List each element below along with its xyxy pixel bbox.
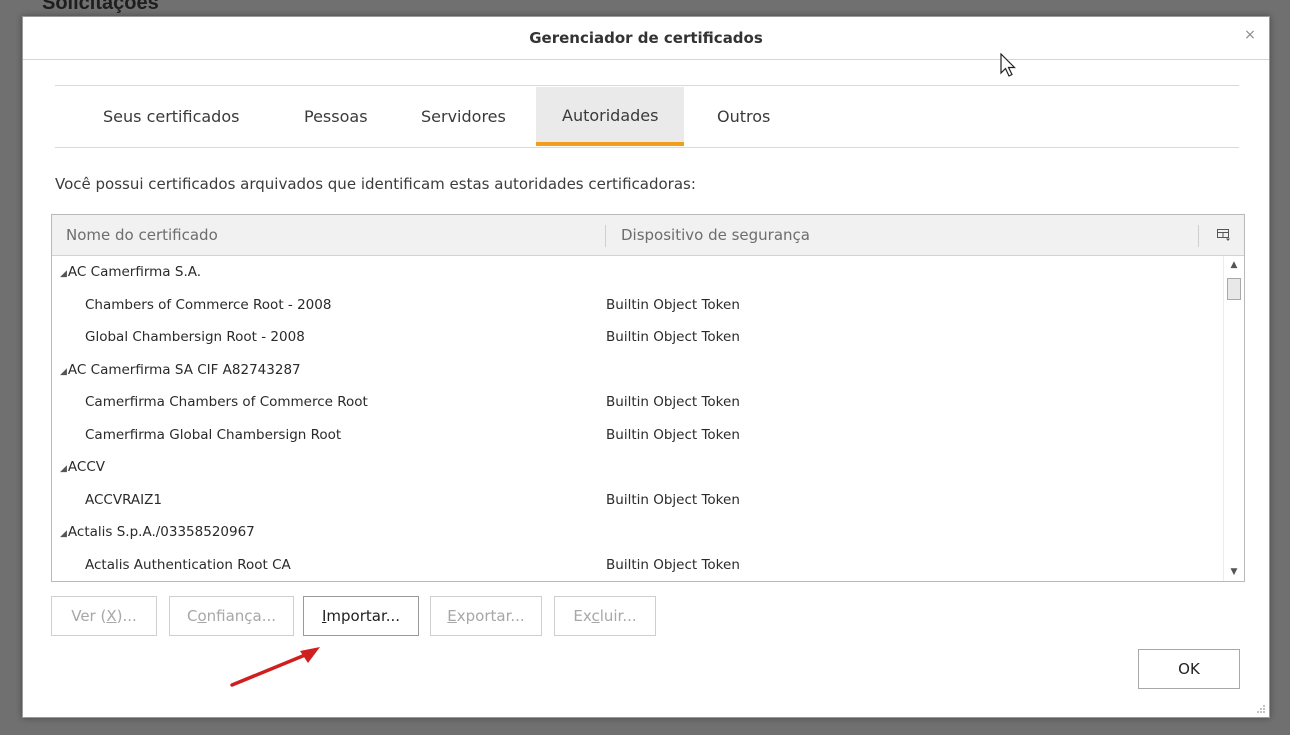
tree-row[interactable]: Actalis Authentication Root CA Builtin O… — [52, 549, 1224, 582]
view-button-accesskey: X — [106, 607, 117, 625]
tree-row[interactable]: ACCVRAIZ1 Builtin Object Token — [52, 484, 1224, 517]
group-name: AC Camerfirma S.A. — [67, 264, 202, 280]
column-picker-icon[interactable] — [1216, 227, 1232, 243]
tree-row[interactable]: Chambers of Commerce Root - 2008 Builtin… — [52, 289, 1224, 322]
column-separator[interactable] — [1198, 225, 1199, 247]
certificate-tree[interactable]: Nome do certificado Dispositivo de segur… — [51, 214, 1245, 582]
close-icon: × — [1244, 27, 1256, 43]
red-annotation-arrow-icon — [230, 647, 320, 687]
dialog-title: Gerenciador de certificados — [529, 29, 763, 47]
certificate-name: ACCVRAIZ1 — [85, 491, 162, 508]
security-device: Builtin Object Token — [606, 394, 740, 410]
group-name: ACCV — [67, 459, 106, 475]
column-separator[interactable] — [605, 225, 606, 247]
view-button-label-end: )... — [116, 607, 137, 625]
resize-grip-icon[interactable] — [1256, 704, 1266, 714]
tree-row[interactable]: Global Chambersign Root - 2008 Builtin O… — [52, 321, 1224, 354]
certificate-name: Chambers of Commerce Root - 2008 — [85, 296, 332, 313]
group-name: AC Camerfirma SA CIF A82743287 — [67, 361, 301, 378]
authorities-description: Você possui certificados arquivados que … — [55, 175, 696, 193]
certificate-manager-dialog: Gerenciador de certificados × Seus certi… — [22, 16, 1270, 718]
delete-button-label-end: luir... — [599, 607, 637, 625]
security-device: Builtin Object Token — [606, 491, 740, 508]
top-separator — [55, 85, 1239, 86]
expanded-twisty-icon[interactable]: ◢ — [60, 269, 67, 279]
tab-bar: Seus certificados Pessoas Servidores Aut… — [55, 87, 1239, 148]
view-button-label: Ver ( — [71, 607, 107, 625]
view-button[interactable]: Ver (X)... — [51, 596, 157, 636]
trust-button-label-end: nfiança... — [206, 607, 277, 625]
tree-group-row[interactable]: ◢AC Camerfirma S.A. — [52, 256, 1224, 289]
tree-group-row[interactable]: ◢ACCV — [52, 451, 1224, 484]
expanded-twisty-icon[interactable]: ◢ — [60, 464, 67, 474]
tab-outros[interactable]: Outros — [691, 87, 796, 146]
security-device: Builtin Object Token — [606, 556, 740, 573]
certificate-name: Camerfirma Global Chambersign Root — [85, 426, 342, 443]
column-header-security-device[interactable]: Dispositivo de segurança — [621, 215, 810, 255]
tab-autoridades[interactable]: Autoridades — [536, 87, 685, 146]
close-button[interactable]: × — [1241, 26, 1259, 44]
scroll-up-arrow-icon[interactable]: ▲ — [1224, 256, 1244, 274]
security-device: Builtin Object Token — [606, 296, 740, 313]
trust-button[interactable]: Confiança... — [169, 596, 294, 636]
tab-servidores[interactable]: Servidores — [395, 87, 532, 146]
tree-group-row[interactable]: ◢Actalis S.p.A./03358520967 — [52, 516, 1224, 549]
scroll-down-arrow-icon[interactable]: ▼ — [1224, 563, 1244, 581]
export-button-accesskey: E — [447, 607, 457, 625]
expanded-twisty-icon[interactable]: ◢ — [60, 367, 67, 377]
dialog-titlebar: Gerenciador de certificados × — [23, 17, 1269, 60]
tab-seus-certificados[interactable]: Seus certificados — [77, 87, 265, 146]
delete-button-label: Ex — [573, 607, 592, 625]
group-name: Actalis S.p.A./03358520967 — [67, 524, 255, 540]
tree-header: Nome do certificado Dispositivo de segur… — [52, 215, 1244, 256]
delete-button-accesskey: c — [591, 607, 600, 625]
mouse-pointer-icon — [1000, 53, 1016, 77]
tree-row[interactable]: Camerfirma Global Chambersign Root Built… — [52, 419, 1224, 452]
scrollbar-thumb[interactable] — [1227, 278, 1241, 300]
import-button-label-end: mportar... — [326, 607, 401, 625]
security-device: Builtin Object Token — [606, 426, 740, 443]
trust-button-accesskey: o — [197, 607, 207, 625]
column-header-certificate-name[interactable]: Nome do certificado — [66, 215, 218, 255]
delete-button[interactable]: Excluir... — [554, 596, 656, 636]
vertical-scrollbar[interactable]: ▲ ▼ — [1223, 256, 1244, 581]
expanded-twisty-icon[interactable]: ◢ — [60, 529, 67, 539]
tree-group-row[interactable]: ◢AC Camerfirma SA CIF A82743287 — [52, 354, 1224, 387]
trust-button-label: C — [186, 607, 198, 625]
certificate-name: Actalis Authentication Root CA — [85, 556, 291, 573]
tree-rows: ◢AC Camerfirma S.A. Chambers of Commerce… — [52, 256, 1224, 581]
import-button[interactable]: Importar... — [303, 596, 419, 636]
tree-row[interactable]: Camerfirma Chambers of Commerce Root Bui… — [52, 386, 1224, 419]
background-page-heading: Solicitações — [42, 0, 159, 14]
tab-pessoas[interactable]: Pessoas — [278, 87, 394, 146]
certificate-name: Global Chambersign Root - 2008 — [85, 329, 305, 345]
ok-button[interactable]: OK — [1138, 649, 1240, 689]
export-button-label-end: xportar... — [456, 607, 525, 625]
export-button[interactable]: Exportar... — [430, 596, 542, 636]
certificate-name: Camerfirma Chambers of Commerce Root — [85, 394, 368, 410]
security-device: Builtin Object Token — [606, 329, 740, 345]
